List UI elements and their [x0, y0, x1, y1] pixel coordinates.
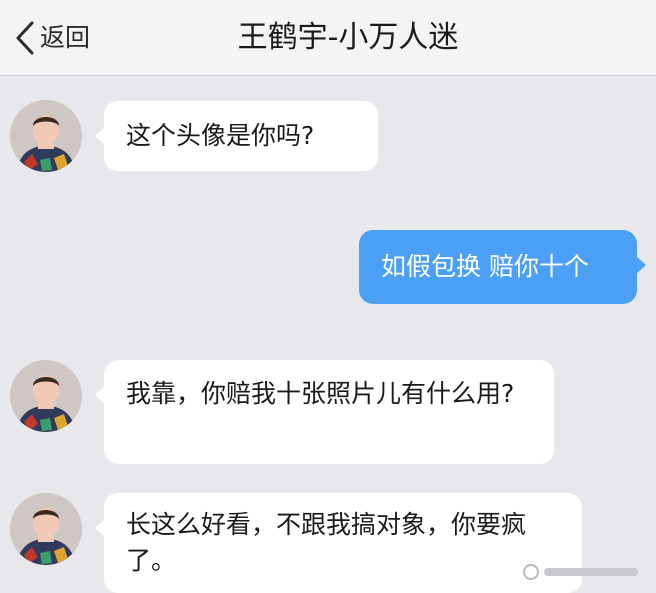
message-text: 这个头像是你吗?	[126, 121, 315, 150]
avatar[interactable]	[10, 100, 82, 172]
message-text: 我靠，你赔我十张照片儿有什么用?	[126, 379, 515, 408]
avatar[interactable]	[10, 360, 82, 432]
message-bubble-incoming[interactable]: 长这么好看，不跟我搞对象，你要疯了。	[95, 493, 582, 593]
avatar[interactable]	[10, 493, 82, 565]
message-bubble-incoming[interactable]: 我靠，你赔我十张照片儿有什么用?	[95, 360, 554, 464]
message-bubble-outgoing[interactable]: 如假包换 赔你十个	[359, 230, 646, 304]
message-text: 长这么好看，不跟我搞对象，你要疯了。	[126, 510, 527, 575]
chat-title: 王鹤宇-小万人迷	[237, 20, 459, 55]
watermark-logo	[523, 564, 638, 580]
message-text: 如假包换 赔你十个	[381, 252, 589, 281]
navigation-bar: 返回 王鹤宇-小万人迷	[0, 0, 656, 76]
message-bubble-incoming[interactable]: 这个头像是你吗?	[95, 101, 378, 171]
